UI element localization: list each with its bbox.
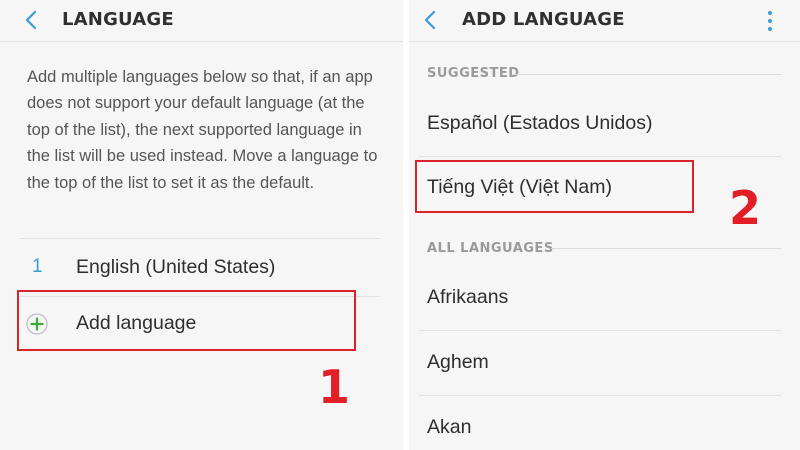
page-title: LANGUAGE (62, 9, 174, 30)
add-language-header: ADD LANGUAGE (409, 0, 800, 42)
more-vertical-icon[interactable] (762, 8, 778, 34)
language-item-label: Español (Estados Unidos) (427, 112, 653, 134)
annotation-highlight-1 (17, 290, 356, 351)
page-title: ADD LANGUAGE (462, 9, 625, 30)
language-screen: LANGUAGE Add multiple languages below so… (0, 0, 403, 450)
section-label-suggested: SUGGESTED (427, 66, 520, 81)
section-divider (551, 248, 781, 249)
language-item-label: Akan (427, 416, 472, 438)
section-label-all-languages: ALL LANGUAGES (427, 241, 554, 256)
chevron-left-icon[interactable] (419, 8, 443, 32)
language-description: Add multiple languages below so that, if… (27, 68, 378, 192)
section-divider (515, 74, 781, 75)
divider (20, 238, 380, 239)
language-item-label: Afrikaans (427, 286, 509, 308)
annotation-number-2: 2 (729, 181, 762, 235)
annotation-highlight-2 (415, 160, 694, 213)
language-name: English (United States) (76, 256, 276, 278)
language-item-label: Aghem (427, 351, 489, 373)
language-header: LANGUAGE (0, 0, 403, 42)
divider (419, 156, 781, 157)
chevron-left-icon[interactable] (20, 8, 44, 32)
divider (419, 395, 781, 396)
add-language-screen: ADD LANGUAGE SUGGESTED Español (Estados … (409, 0, 800, 450)
annotation-number-1: 1 (318, 360, 351, 414)
language-index: 1 (32, 256, 43, 277)
divider (419, 330, 781, 331)
